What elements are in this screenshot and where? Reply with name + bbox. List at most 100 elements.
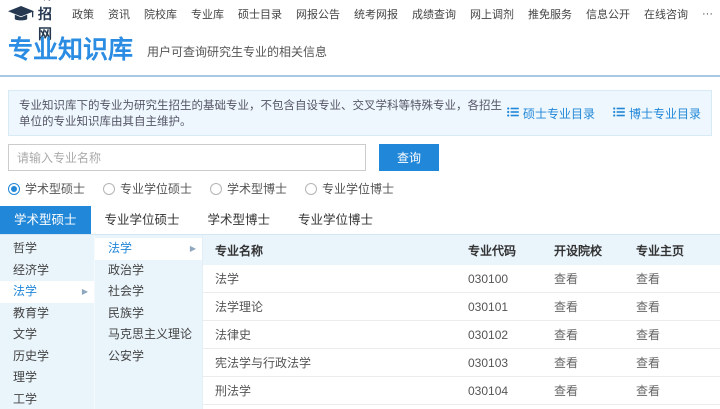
majors-table: 专业名称 专业代码 开设院校 专业主页 法学 030100 查看 查看 法学理论… xyxy=(202,235,720,409)
category-label: 文学 xyxy=(13,327,38,341)
radio-dot xyxy=(305,182,318,195)
view-colleges-link[interactable]: 查看 xyxy=(554,328,578,342)
tab[interactable]: 学术型博士 xyxy=(194,206,285,234)
category-item[interactable]: 历史学▶ xyxy=(0,346,94,368)
major-name: 法律史 xyxy=(215,328,252,342)
category-item[interactable]: 社会学▶ xyxy=(95,281,202,303)
major-code: 030101 xyxy=(468,299,509,314)
top-nav: 研招网 政策资讯院校库专业库硕士目录网报公告统考网报成绩查询网上调剂推免服务信息… xyxy=(0,0,720,42)
category-item[interactable]: 经济学▶ xyxy=(0,260,94,282)
chevron-right-icon: ▶ xyxy=(189,244,196,253)
nav-item[interactable]: 成绩查询 xyxy=(405,6,463,22)
category-label: 民族学 xyxy=(108,305,145,320)
catalog-link[interactable]: 博士专业目录 xyxy=(613,105,701,122)
major-code: 030103 xyxy=(468,355,509,370)
category-item[interactable]: 工学▶ xyxy=(0,389,94,409)
nav-item[interactable]: 硕士目录 xyxy=(231,6,289,22)
major-name: 法学理论 xyxy=(215,300,264,314)
radio-label: 专业学位博士 xyxy=(322,182,395,196)
graduation-cap-icon xyxy=(8,5,34,23)
radio-option[interactable]: 学术型博士 xyxy=(210,180,287,197)
tab[interactable]: 专业学位博士 xyxy=(284,206,387,234)
view-colleges-link[interactable]: 查看 xyxy=(554,272,578,286)
table-header-row: 专业名称 专业代码 开设院校 专业主页 xyxy=(203,235,720,265)
category-item[interactable]: 马克思主义理论▶ xyxy=(95,324,202,346)
view-homepage-link[interactable]: 查看 xyxy=(636,384,660,398)
list-icon xyxy=(613,106,625,120)
view-colleges-link[interactable]: 查看 xyxy=(554,356,578,370)
notice-bar: 专业知识库下的专业为研究生招生的基础专业，不包含自设专业、交叉学科等特殊专业，各… xyxy=(8,90,712,136)
nav-item[interactable]: 专业库 xyxy=(184,6,231,22)
nav-item[interactable]: 网上调剂 xyxy=(463,6,521,22)
nav-item[interactable]: 院校库 xyxy=(137,6,184,22)
search-button[interactable]: 查询 xyxy=(379,144,439,171)
catalog-link-label: 博士专业目录 xyxy=(628,106,701,121)
nav-item[interactable]: 推免服务 xyxy=(521,6,579,22)
catalog-link[interactable]: 硕士专业目录 xyxy=(507,105,595,122)
category-label: 理学 xyxy=(13,370,38,384)
view-colleges-link[interactable]: 查看 xyxy=(554,384,578,398)
category-list-level2: 法学 ▶ 政治学▶社会学▶民族学▶马克思主义理论▶公安学▶ xyxy=(95,235,202,409)
nav-item[interactable]: 在线咨询 xyxy=(637,6,695,22)
nav-item[interactable]: 网报公告 xyxy=(289,6,347,22)
view-homepage-link[interactable]: 查看 xyxy=(636,272,660,286)
nav-item[interactable]: ··· xyxy=(695,8,720,20)
radio-dot xyxy=(103,182,116,195)
col-header-major-name: 专业名称 xyxy=(215,243,264,258)
nav-item[interactable]: 资讯 xyxy=(101,6,137,22)
table-row: 法律史 030102 查看 查看 xyxy=(203,321,720,349)
category-label: 公安学 xyxy=(108,348,145,363)
catalog-link-label: 硕士专业目录 xyxy=(522,106,595,121)
radio-option[interactable]: 学术型硕士 xyxy=(8,180,85,197)
category-item[interactable]: 民族学▶ xyxy=(95,303,202,325)
major-name: 宪法学与行政法学 xyxy=(215,356,312,370)
category-item[interactable]: 法学 ▶ xyxy=(0,281,94,303)
nav-item[interactable]: 政策 xyxy=(65,6,101,22)
nav-menu: 政策 资讯 院校库 专业库 硕士目录 网报公告 统考网报 成绩查询 网上调剂 推免服务 信息公开 在线… xyxy=(65,6,720,22)
radio-option[interactable]: 专业学位博士 xyxy=(305,180,394,197)
major-code: 030100 xyxy=(468,271,509,286)
tab[interactable]: 学术型硕士 xyxy=(0,206,91,234)
tab[interactable]: 专业学位硕士 xyxy=(91,206,194,234)
radio-dot xyxy=(210,182,223,195)
nav-item[interactable]: 统考网报 xyxy=(347,6,405,22)
table-row: 法学理论 030101 查看 查看 xyxy=(203,293,720,321)
category-item[interactable]: 法学 ▶ xyxy=(95,238,202,260)
table-row: 刑法学 030104 查看 查看 xyxy=(203,377,720,405)
category-item[interactable]: 教育学▶ xyxy=(0,303,94,325)
category-item[interactable]: 理学▶ xyxy=(0,367,94,389)
radio-label: 学术型硕士 xyxy=(25,182,86,196)
page-header: 专业知识库 用户可查询研究生专业的相关信息 xyxy=(0,28,720,77)
catalog-links: 硕士专业目录 博士专业目录 xyxy=(507,105,701,122)
degree-tabs: 学术型硕士 专业学位硕士 学术型博士 专业学位博士 xyxy=(0,206,720,235)
category-label: 社会学 xyxy=(108,284,145,298)
degree-type-radios: 学术型硕士 专业学位硕士 学术型博士 专业学位博士 xyxy=(8,180,712,197)
table-body: 法学 030100 查看 查看 法学理论 030101 查看 查看 法律史 03… xyxy=(203,265,720,409)
category-item[interactable]: 公安学▶ xyxy=(95,346,202,368)
view-homepage-link[interactable]: 查看 xyxy=(636,328,660,342)
category-label: 教育学 xyxy=(13,305,50,320)
category-label: 经济学 xyxy=(13,262,50,277)
category-item[interactable]: 文学▶ xyxy=(0,324,94,346)
nav-item[interactable]: 信息公开 xyxy=(579,6,637,22)
view-homepage-link[interactable]: 查看 xyxy=(636,300,660,314)
category-label: 历史学 xyxy=(13,348,50,363)
category-label: 法学 xyxy=(13,284,38,298)
view-homepage-link[interactable]: 查看 xyxy=(636,356,660,370)
major-code: 030102 xyxy=(468,327,509,342)
table-row: 法学 030100 查看 查看 xyxy=(203,265,720,293)
chevron-right-icon: ▶ xyxy=(81,287,88,296)
radio-dot xyxy=(8,182,20,195)
list-icon xyxy=(507,106,519,120)
page-subtitle: 用户可查询研究生专业的相关信息 xyxy=(147,45,328,59)
radio-option[interactable]: 专业学位硕士 xyxy=(103,180,192,197)
table-row: 宪法学与行政法学 030103 查看 查看 xyxy=(203,349,720,377)
category-list-level1: 哲学▶经济学▶法学▶教育学▶文学▶历史学▶理学▶工学▶农学▶ xyxy=(0,235,95,409)
search-input[interactable] xyxy=(8,144,366,171)
col-header-homepage: 专业主页 xyxy=(636,243,685,258)
radio-label: 学术型博士 xyxy=(227,182,288,196)
category-item[interactable]: 政治学▶ xyxy=(95,260,202,282)
category-item[interactable]: 哲学▶ xyxy=(0,238,94,260)
view-colleges-link[interactable]: 查看 xyxy=(554,300,578,314)
page: 研招网 政策资讯院校库专业库硕士目录网报公告统考网报成绩查询网上调剂推免服务信息… xyxy=(0,0,720,409)
